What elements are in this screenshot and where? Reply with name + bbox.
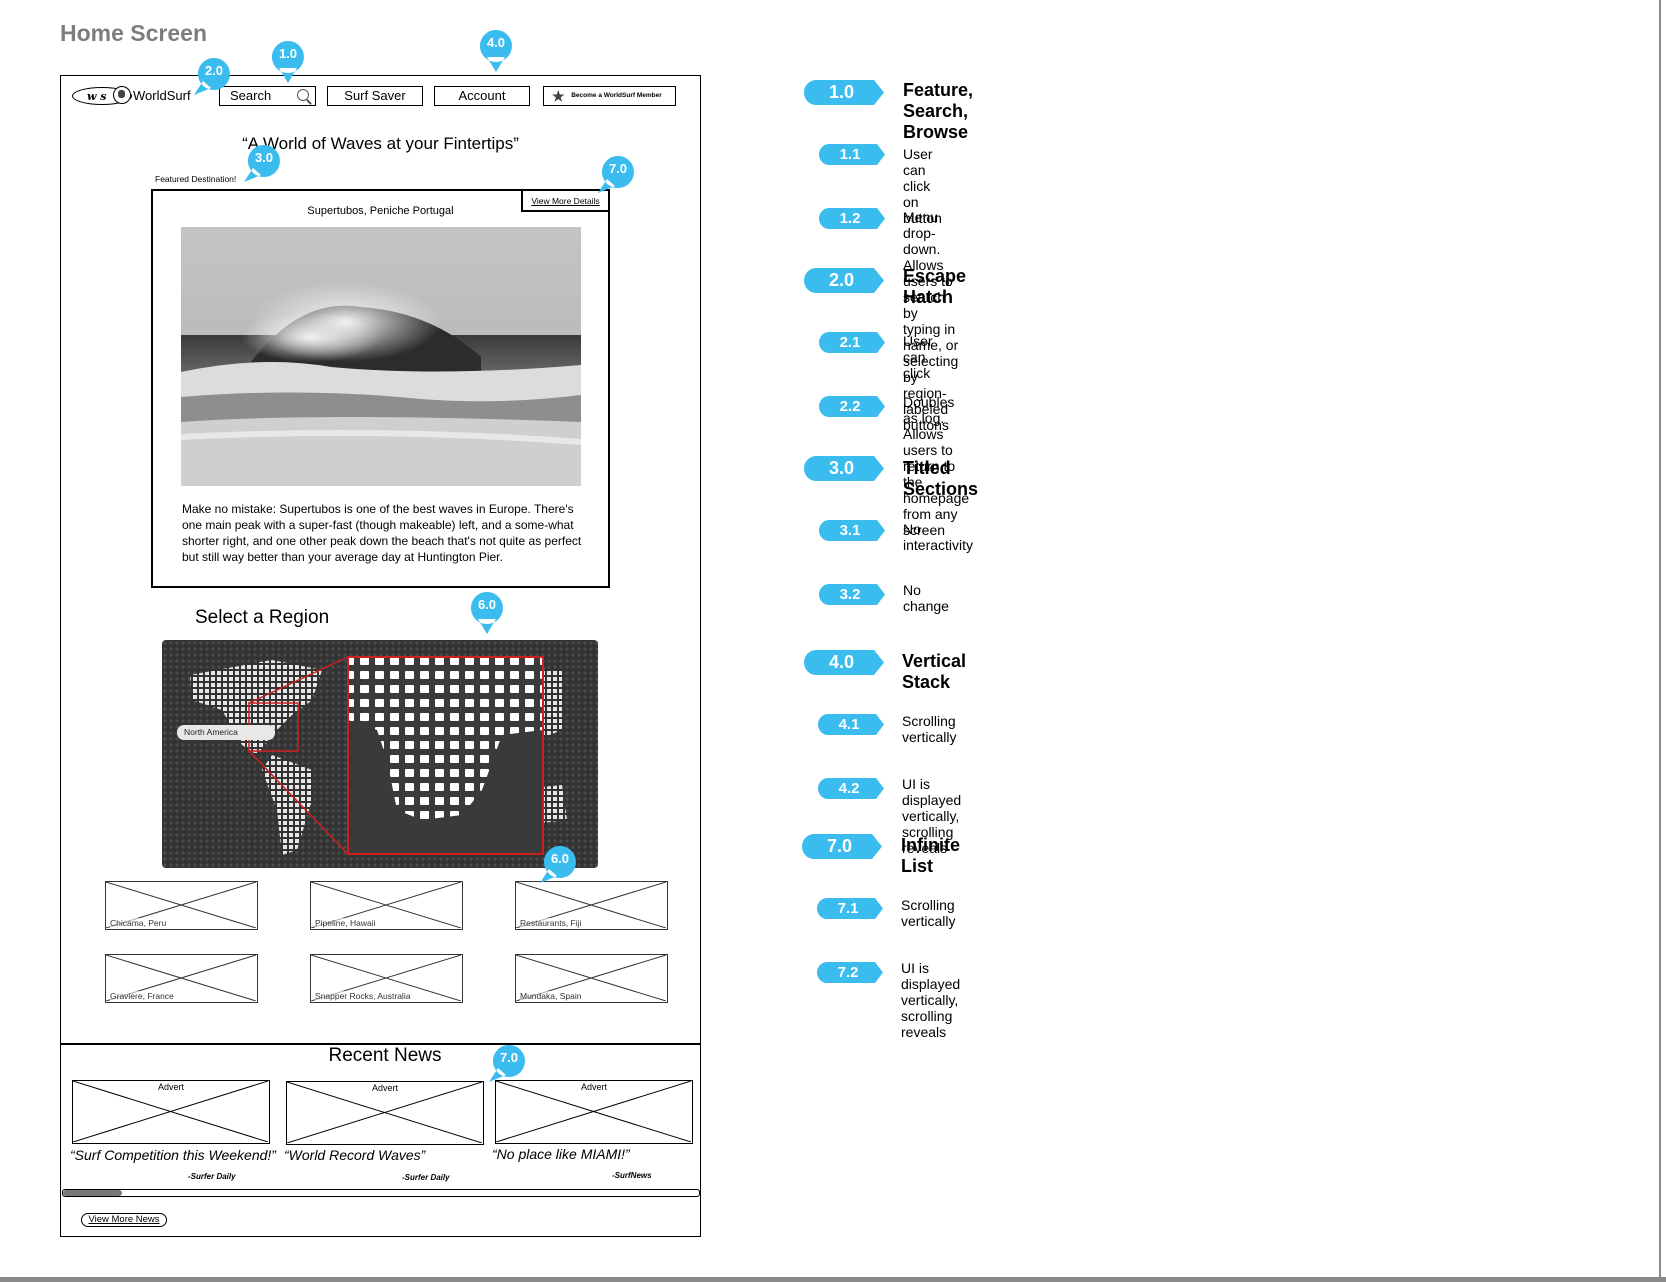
news-source: -SurfNews bbox=[612, 1171, 652, 1180]
legend-badge-major: 4.0 bbox=[804, 650, 884, 675]
destination-label: Mundaka, Spain bbox=[520, 991, 582, 1001]
logo-name[interactable]: WorldSurf bbox=[133, 88, 191, 103]
become-member-button[interactable]: ★ Become a WorldSurf Member bbox=[543, 86, 676, 106]
destination-label: Graviere, France bbox=[110, 991, 174, 1001]
advert-placeholder[interactable]: Advert bbox=[286, 1081, 484, 1145]
bottom-divider bbox=[0, 1277, 1666, 1282]
select-region-title: Select a Region bbox=[195, 607, 330, 628]
featured-destination-description: Make no mistake: Supertubos is one of th… bbox=[182, 502, 582, 564]
destination-card[interactable]: Chicama, Peru bbox=[105, 881, 258, 930]
destination-label: Pipeline, Hawaii bbox=[315, 918, 376, 928]
annotation-marker: 2.0 bbox=[193, 57, 230, 101]
news-source: -Surfer Daily bbox=[188, 1172, 236, 1181]
legend-badge-major: 2.0 bbox=[804, 268, 884, 293]
annotation-marker: 7.0 bbox=[488, 1044, 525, 1088]
featured-destination-label: Featured Destination! bbox=[155, 174, 237, 184]
legend-badge-minor: 2.2 bbox=[819, 396, 885, 421]
news-headline[interactable]: “World Record Waves” bbox=[284, 1147, 425, 1163]
globe-icon bbox=[113, 86, 131, 104]
wave-photo bbox=[181, 227, 581, 486]
legend-description: UI is displayed vertically, scrolling re… bbox=[901, 960, 961, 1040]
legend-badge-minor: 1.2 bbox=[819, 208, 885, 233]
news-source: -Surfer Daily bbox=[402, 1173, 450, 1182]
legend-badge-major: 1.0 bbox=[804, 80, 884, 105]
annotation-marker: 3.0 bbox=[243, 144, 280, 188]
member-label: Become a WorldSurf Member bbox=[571, 92, 662, 99]
legend-badge-minor: 7.1 bbox=[817, 898, 883, 923]
recent-news-title: Recent News bbox=[328, 1045, 442, 1066]
legend-badge-minor: 3.1 bbox=[819, 520, 885, 545]
annotation-marker: 4.0 bbox=[479, 29, 513, 73]
legend-description: No interactivity bbox=[903, 521, 974, 553]
advert-label: Advert bbox=[157, 1082, 184, 1092]
destination-card[interactable]: Restaurants, Fiji bbox=[515, 881, 668, 930]
annotation-marker: 6.0 bbox=[470, 591, 504, 635]
legend-badge-major: 3.0 bbox=[804, 456, 884, 481]
annotation-marker: 6.0 bbox=[539, 845, 576, 889]
legend-badge-major: 7.0 bbox=[802, 834, 882, 859]
star-icon: ★ bbox=[552, 88, 565, 104]
destination-label: Restaurants, Fiji bbox=[520, 918, 582, 928]
legend-description: User can click bbox=[903, 333, 933, 381]
legend-heading: Vertical Stack bbox=[902, 651, 967, 692]
search-button[interactable]: Search bbox=[219, 86, 316, 106]
destination-card[interactable]: Pipeline, Hawaii bbox=[310, 881, 463, 930]
destination-card[interactable]: Graviere, France bbox=[105, 954, 258, 1003]
annotation-marker: 7.0 bbox=[597, 155, 634, 199]
legend-description: Scrolling vertically bbox=[902, 713, 957, 745]
news-headline[interactable]: “Surf Competition this Weekend!” bbox=[70, 1147, 276, 1163]
legend-heading: Escape Hatch bbox=[903, 266, 967, 307]
legend-badge-minor: 3.2 bbox=[819, 584, 885, 609]
advert-placeholder[interactable]: Advert bbox=[495, 1080, 693, 1144]
world-map[interactable] bbox=[162, 640, 598, 868]
featured-destination-name: Supertubos, Peniche Portugal bbox=[307, 205, 454, 217]
page-title: Home Screen bbox=[60, 20, 208, 46]
destination-label: Snapper Rocks, Australia bbox=[315, 991, 411, 1001]
legend-badge-minor: 1.1 bbox=[819, 144, 885, 169]
search-label: Search bbox=[230, 88, 272, 103]
annotation-marker: 1.0 bbox=[271, 40, 305, 84]
view-more-news-button[interactable]: View More News bbox=[81, 1213, 167, 1227]
search-icon bbox=[297, 89, 309, 101]
legend-description: No change bbox=[903, 582, 949, 614]
tagline: “A World of Waves at your Fintertips” bbox=[242, 134, 519, 153]
account-button[interactable]: Account bbox=[434, 86, 530, 106]
legend-heading: Infinite List bbox=[901, 835, 960, 876]
legend-heading: Titled Sections bbox=[903, 458, 979, 499]
advert-label: Advert bbox=[371, 1083, 398, 1093]
legend-badge-minor: 2.1 bbox=[819, 332, 885, 357]
surf-saver-button[interactable]: Surf Saver bbox=[327, 86, 423, 106]
right-divider bbox=[1659, 0, 1661, 1277]
advert-placeholder[interactable]: Advert bbox=[72, 1080, 270, 1144]
legend-heading: Feature, Search, Browse bbox=[903, 80, 974, 142]
news-scrollbar-thumb[interactable] bbox=[63, 1190, 122, 1196]
legend-badge-minor: 7.2 bbox=[817, 962, 883, 987]
map-region-label[interactable]: North America bbox=[177, 725, 275, 740]
destination-card[interactable]: Mundaka, Spain bbox=[515, 954, 668, 1003]
destination-card[interactable]: Snapper Rocks, Australia bbox=[310, 954, 463, 1003]
news-headline[interactable]: “No place like MIAMI!” bbox=[492, 1146, 630, 1162]
news-scrollbar[interactable] bbox=[62, 1189, 700, 1197]
legend-badge-minor: 4.1 bbox=[818, 714, 884, 739]
legend-description: Scrolling vertically bbox=[901, 897, 956, 929]
destination-label: Chicama, Peru bbox=[110, 918, 167, 928]
legend-badge-minor: 4.2 bbox=[818, 778, 884, 803]
